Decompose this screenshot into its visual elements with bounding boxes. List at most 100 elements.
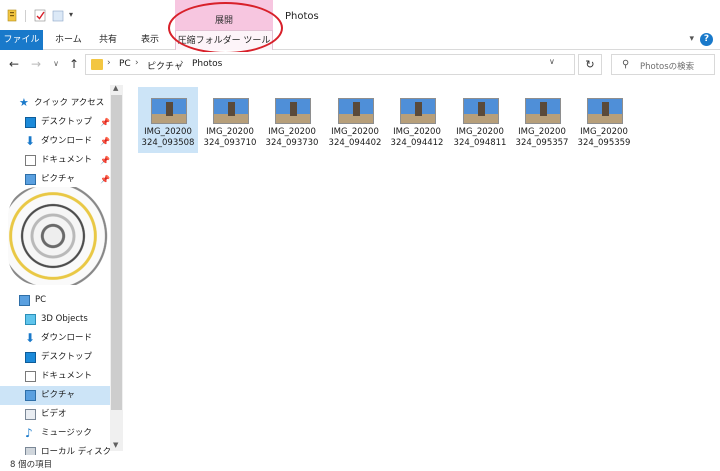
sidebar-item-pc-downloads[interactable]: ⬇ ダウンロード: [0, 329, 110, 348]
file-list-pane: IMG_20200 324_093508 IMG_20200 324_093710 …: [126, 79, 720, 455]
photo-thumbnail: [338, 98, 374, 124]
item-count: 8 個の項目: [10, 460, 53, 470]
desktop-icon: [25, 117, 36, 128]
pin-icon[interactable]: 📌: [100, 132, 110, 151]
file-name: IMG_20200 324_095357: [515, 127, 569, 148]
document-icon: [25, 155, 36, 166]
tab-view[interactable]: 表示: [141, 30, 159, 50]
file-item[interactable]: IMG_20200 324_093710: [200, 87, 260, 153]
sidebar-item-label: ビデオ: [41, 409, 67, 419]
customize-quick-access-dropdown[interactable]: ▾: [69, 10, 73, 19]
sidebar-item-label: 3D Objects: [41, 314, 88, 324]
breadcrumb-separator[interactable]: ›: [135, 58, 139, 68]
sidebar-item-label: PC: [35, 295, 47, 305]
pin-icon[interactable]: 📌: [100, 151, 110, 170]
3d-objects-icon: [25, 314, 36, 325]
download-arrow-icon: ⬇: [25, 134, 36, 148]
recent-locations-chevron-icon[interactable]: ∨: [48, 56, 64, 72]
sidebar-item-label: ダウンロード: [41, 136, 93, 146]
file-item[interactable]: IMG_20200 324_094811: [450, 87, 510, 153]
up-arrow-icon[interactable]: ↑: [66, 56, 82, 72]
pin-icon[interactable]: 📌: [100, 113, 110, 132]
sidebar-item-pc-desktop[interactable]: デスクトップ: [0, 348, 110, 367]
refresh-icon: ↻: [585, 58, 595, 71]
video-icon: [25, 409, 36, 420]
search-placeholder: Photosの検索: [640, 62, 695, 72]
tab-file[interactable]: ファイル: [0, 30, 43, 50]
sidebar-item-videos[interactable]: ビデオ: [0, 405, 110, 424]
status-bar: 8 個の項目: [0, 455, 720, 471]
breadcrumb-separator[interactable]: ›: [180, 58, 184, 68]
breadcrumb-pictures[interactable]: ピクチャ: [147, 59, 183, 72]
star-icon: ★: [19, 96, 29, 109]
breadcrumb-photos[interactable]: Photos: [192, 59, 222, 69]
photo-thumbnail: [587, 98, 623, 124]
breadcrumb-separator[interactable]: ›: [107, 58, 111, 68]
pictures-icon: [25, 390, 36, 401]
window-title: Photos: [285, 11, 319, 22]
file-item[interactable]: IMG_20200 324_095357: [512, 87, 572, 153]
sidebar-item-label: デスクトップ: [41, 117, 93, 127]
sidebar-scroll-thumb[interactable]: [111, 95, 122, 410]
sidebar-item-label: ピクチャ: [41, 390, 75, 400]
swirl-overlay-image: [8, 187, 108, 285]
desktop-icon: [25, 352, 36, 363]
photo-thumbnail: [400, 98, 436, 124]
sidebar-item-pc-pictures[interactable]: ピクチャ: [0, 386, 110, 405]
address-history-chevron-icon[interactable]: ∨: [549, 57, 555, 66]
sidebar-item-label: デスクトップ: [41, 352, 93, 362]
sidebar-item-label: ミュージック: [41, 428, 92, 438]
photo-thumbnail: [525, 98, 561, 124]
photo-thumbnail: [151, 98, 187, 124]
file-name: IMG_20200 324_093710: [203, 127, 257, 148]
context-tab-label: 展開: [214, 16, 233, 26]
scroll-up-arrow-icon[interactable]: ▲: [113, 84, 118, 92]
document-icon: [25, 371, 36, 382]
sidebar-item-music[interactable]: ♪ ミュージック: [0, 424, 110, 443]
new-folder-icon[interactable]: [52, 9, 64, 22]
file-item[interactable]: IMG_20200 324_094402: [325, 87, 385, 153]
file-item[interactable]: IMG_20200 324_094412: [387, 87, 447, 153]
breadcrumb-pc[interactable]: PC: [119, 59, 131, 69]
file-item[interactable]: IMG_20200 324_093508: [138, 87, 198, 153]
sidebar-item-label: クイック アクセス: [34, 98, 105, 108]
sidebar-item-documents[interactable]: ドキュメント 📌: [0, 151, 110, 170]
sidebar-item-downloads[interactable]: ⬇ ダウンロード 📌: [0, 132, 110, 151]
sidebar-item-desktop[interactable]: デスクトップ 📌: [0, 113, 110, 132]
file-item[interactable]: IMG_20200 324_093730: [262, 87, 322, 153]
sidebar-item-label: ダウンロード: [41, 333, 93, 343]
back-arrow-icon[interactable]: ←: [6, 56, 22, 72]
sidebar-item-pc[interactable]: PC: [0, 291, 110, 310]
address-bar[interactable]: › PC › ピクチャ › Photos: [85, 54, 575, 75]
scroll-down-arrow-icon[interactable]: ▼: [113, 441, 118, 449]
photo-thumbnail: [213, 98, 249, 124]
drive-icon: [25, 447, 36, 455]
properties-icon[interactable]: [6, 9, 18, 22]
sidebar-item-quick-access[interactable]: ★ クイック アクセス: [0, 94, 110, 113]
sidebar-item-pc-documents[interactable]: ドキュメント: [0, 367, 110, 386]
photo-thumbnail: [275, 98, 311, 124]
pictures-icon: [25, 174, 36, 185]
refresh-button[interactable]: ↻: [578, 54, 602, 75]
file-name: IMG_20200 324_094811: [453, 127, 507, 148]
tab-compressed-folder-tools[interactable]: 圧縮フォルダー ツール: [175, 30, 273, 50]
sidebar-item-3d-objects[interactable]: 3D Objects: [0, 310, 110, 329]
help-icon[interactable]: ?: [700, 33, 713, 46]
download-arrow-icon: ⬇: [25, 331, 36, 345]
forward-arrow-icon[interactable]: →: [28, 56, 44, 72]
tab-home[interactable]: ホーム: [55, 30, 82, 50]
search-input[interactable]: ⚲ Photosの検索: [611, 54, 715, 75]
checklist-icon[interactable]: [34, 9, 46, 22]
file-name: IMG_20200 324_094402: [328, 127, 382, 148]
file-name: IMG_20200 324_095359: [577, 127, 631, 148]
tab-share[interactable]: 共有: [99, 30, 117, 50]
file-name: IMG_20200 324_093508: [141, 127, 195, 148]
sidebar-item-local-disk[interactable]: ローカル ディスク (C: [0, 443, 110, 455]
pin-icon[interactable]: 📌: [100, 170, 110, 189]
quick-access-separator: [25, 10, 26, 22]
file-item[interactable]: IMG_20200 324_095359: [574, 87, 634, 153]
ribbon-expand-chevron-icon[interactable]: ▾: [689, 34, 694, 44]
context-tab-header: 展開: [175, 0, 273, 30]
file-name: IMG_20200 324_094412: [390, 127, 444, 148]
computer-icon: [19, 295, 30, 306]
